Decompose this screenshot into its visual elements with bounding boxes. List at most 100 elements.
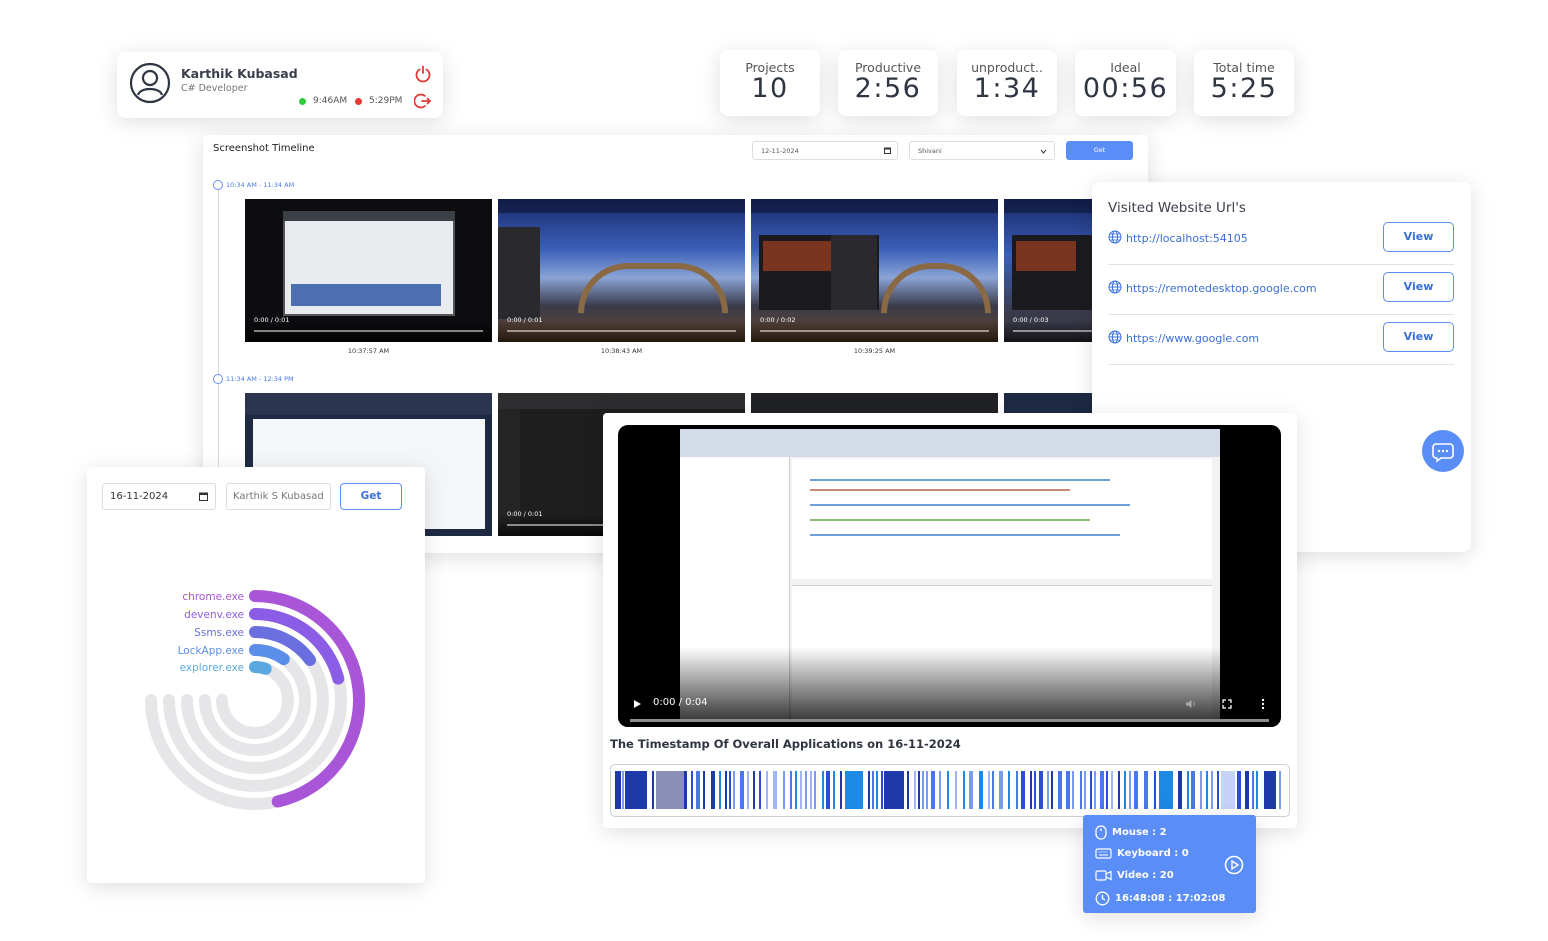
activity-bar[interactable] xyxy=(969,771,973,809)
activity-bar[interactable] xyxy=(872,771,874,809)
power-icon[interactable] xyxy=(414,65,432,83)
activity-bar[interactable] xyxy=(805,771,807,809)
url-link[interactable]: http://localhost:54105 xyxy=(1126,232,1248,245)
activity-block[interactable] xyxy=(1264,771,1276,809)
activity-bar[interactable] xyxy=(1080,771,1082,809)
activity-bar[interactable] xyxy=(1237,771,1241,809)
activity-bar[interactable] xyxy=(773,771,777,809)
activity-bar[interactable] xyxy=(1111,771,1113,809)
activity-bar[interactable] xyxy=(1021,771,1025,809)
activity-bar[interactable] xyxy=(1030,771,1032,809)
activity-bar[interactable] xyxy=(931,771,935,809)
activity-bar[interactable] xyxy=(876,771,878,809)
activity-bar[interactable] xyxy=(1279,771,1281,809)
activity-bar[interactable] xyxy=(822,771,824,809)
activity-bar[interactable] xyxy=(1178,771,1182,809)
activity-bar[interactable] xyxy=(733,771,735,809)
radial-bar-LockApp-exe[interactable] xyxy=(249,644,290,666)
more-options-icon[interactable] xyxy=(1261,698,1265,710)
view-url-button[interactable]: View xyxy=(1383,322,1454,352)
video-progress[interactable] xyxy=(507,330,736,332)
activity-bar[interactable] xyxy=(691,771,693,809)
activity-bar[interactable] xyxy=(1118,771,1120,809)
video-progress-bar[interactable] xyxy=(630,719,1269,722)
activity-bar[interactable] xyxy=(1034,771,1036,809)
video-progress[interactable] xyxy=(254,330,483,332)
activity-bar[interactable] xyxy=(1100,771,1104,809)
activity-bar[interactable] xyxy=(992,771,994,809)
activity-bar[interactable] xyxy=(1051,771,1053,809)
activity-bar[interactable] xyxy=(1094,771,1096,809)
activity-bar[interactable] xyxy=(1016,771,1018,809)
activity-bar[interactable] xyxy=(1206,771,1208,809)
activity-bar[interactable] xyxy=(926,771,928,809)
screenshot-video[interactable]: 0:00 / 0:02 xyxy=(751,199,998,342)
activity-bar[interactable] xyxy=(918,771,920,809)
activity-bar[interactable] xyxy=(1211,771,1213,809)
timeline-get-button[interactable]: Get xyxy=(1066,141,1133,160)
chat-button[interactable] xyxy=(1422,430,1464,472)
activity-bar[interactable] xyxy=(1154,771,1156,809)
url-link[interactable]: https://www.google.com xyxy=(1126,332,1259,345)
activity-bar[interactable] xyxy=(1066,771,1070,809)
timeline-date-input[interactable]: 12-11-2024 xyxy=(752,141,898,160)
activity-bar[interactable] xyxy=(747,771,749,809)
activity-bar[interactable] xyxy=(922,771,924,809)
activity-bar[interactable] xyxy=(826,771,830,809)
activity-bar[interactable] xyxy=(703,771,705,809)
activity-bar[interactable] xyxy=(1124,771,1126,809)
activity-bar[interactable] xyxy=(1129,771,1131,809)
activity-bar[interactable] xyxy=(795,771,797,809)
activity-bar[interactable] xyxy=(711,771,715,809)
activity-bar[interactable] xyxy=(652,771,654,809)
activity-bar[interactable] xyxy=(800,771,802,809)
activity-bar[interactable] xyxy=(881,771,883,809)
activity-bar[interactable] xyxy=(1200,771,1202,809)
activity-bar[interactable] xyxy=(979,771,983,809)
calendar-icon[interactable] xyxy=(884,147,891,154)
activity-bar[interactable] xyxy=(1187,771,1189,809)
activity-block[interactable] xyxy=(1159,771,1173,809)
activity-bar[interactable] xyxy=(1144,771,1148,809)
activity-bar[interactable] xyxy=(947,771,949,809)
activity-bar[interactable] xyxy=(783,771,785,809)
activity-bar[interactable] xyxy=(753,771,755,809)
view-url-button[interactable]: View xyxy=(1383,222,1454,252)
activity-bar[interactable] xyxy=(790,771,792,809)
view-url-button[interactable]: View xyxy=(1383,272,1454,302)
activity-bar[interactable] xyxy=(719,771,721,809)
activity-bar[interactable] xyxy=(740,771,744,809)
fullscreen-icon[interactable] xyxy=(1222,699,1232,709)
url-link[interactable]: https://remotedesktop.google.com xyxy=(1126,282,1317,295)
activity-bar[interactable] xyxy=(810,771,812,809)
screenshot-video[interactable]: 0:00 / 0:01 xyxy=(498,199,745,342)
play-icon[interactable] xyxy=(632,699,642,709)
activity-bar[interactable] xyxy=(939,771,941,809)
activity-bar[interactable] xyxy=(914,771,916,809)
activity-bar[interactable] xyxy=(696,771,700,809)
activity-bar[interactable] xyxy=(1058,771,1062,809)
activity-block[interactable] xyxy=(884,771,904,809)
activity-bar[interactable] xyxy=(1245,771,1249,809)
activity-bar[interactable] xyxy=(1090,771,1092,809)
video-progress[interactable] xyxy=(760,330,989,332)
activity-bar[interactable] xyxy=(1256,771,1258,809)
activity-bar[interactable] xyxy=(1072,771,1074,809)
activity-block[interactable] xyxy=(625,771,647,809)
play-circle-icon[interactable] xyxy=(1224,855,1244,875)
activity-bar[interactable] xyxy=(814,771,816,809)
activity-bar[interactable] xyxy=(1252,771,1254,809)
activity-bar[interactable] xyxy=(988,771,990,809)
activity-block[interactable] xyxy=(656,771,684,809)
activity-block[interactable] xyxy=(1221,771,1235,809)
activity-bar[interactable] xyxy=(1217,771,1219,809)
activity-bar[interactable] xyxy=(868,771,870,809)
activity-bar[interactable] xyxy=(622,771,624,809)
activity-bar[interactable] xyxy=(759,771,761,809)
radial-bar-explorer-exe[interactable] xyxy=(249,661,272,675)
screenshot-video[interactable]: 0:00 / 0:01 xyxy=(245,199,492,342)
timeline-user-select[interactable]: Shivani xyxy=(909,141,1055,160)
activity-bar[interactable] xyxy=(1047,771,1049,809)
activity-block[interactable] xyxy=(845,771,863,809)
activity-bar[interactable] xyxy=(1191,771,1195,809)
